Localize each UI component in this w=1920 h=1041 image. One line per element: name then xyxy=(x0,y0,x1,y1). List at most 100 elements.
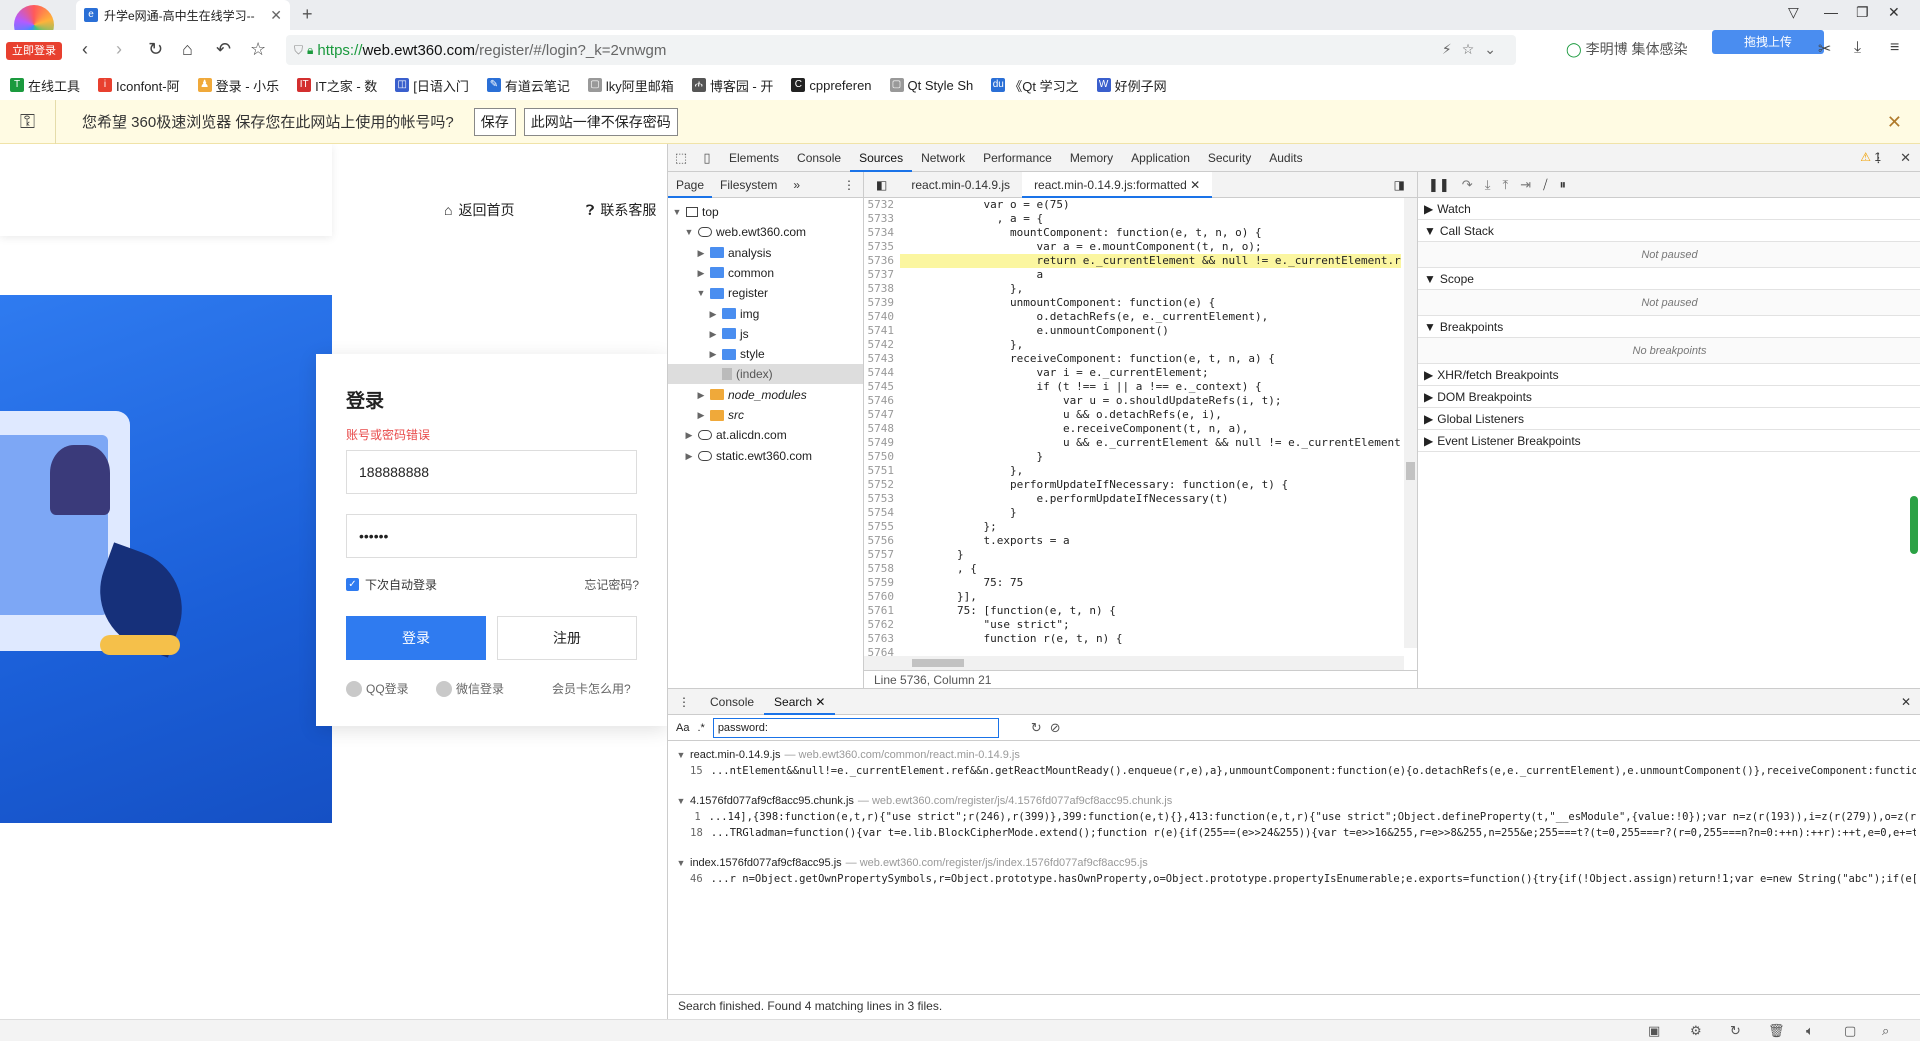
bookmark-item[interactable]: ✎ 有道云笔记 xyxy=(486,76,570,95)
contact-link[interactable]: ❓︎ 联系客服 xyxy=(586,200,656,220)
collapsed-arrow-icon[interactable]: ▶ xyxy=(1424,408,1433,430)
line-number[interactable]: 5761 xyxy=(864,604,900,618)
bookmark-item[interactable]: ሐ 博客园 - 开 xyxy=(691,76,773,95)
password-input[interactable]: •••••• xyxy=(346,514,637,558)
editor-tab-formatted[interactable]: react.min-0.14.9.js:formatted ✕ xyxy=(1022,171,1213,198)
match-case-icon[interactable]: Aa xyxy=(676,722,689,734)
qq-login[interactable]: QQ登录 xyxy=(346,680,409,697)
collapsed-arrow-icon[interactable]: ▶ xyxy=(684,446,694,466)
tree-item[interactable]: ▶ js xyxy=(708,324,749,344)
refresh-icon[interactable]: ↻ xyxy=(1730,1023,1741,1039)
result-line[interactable]: 18 ...TRGladman=function(){var t=e.lib.Bl… xyxy=(676,825,1916,841)
collapsed-arrow-icon[interactable]: ▶ xyxy=(708,304,718,324)
download-icon[interactable]: ⤓ xyxy=(1854,39,1861,57)
editor-horizontal-scrollbar[interactable] xyxy=(864,656,1404,670)
drawer-menu-icon[interactable]: ⋮ xyxy=(668,689,700,715)
more-options-icon[interactable]: ⋮ xyxy=(1872,150,1885,166)
collapsed-arrow-icon[interactable]: ▶ xyxy=(696,243,706,263)
menu-icon[interactable]: ≡ xyxy=(1890,39,1899,57)
line-number[interactable]: 5735 xyxy=(864,240,900,254)
expanded-arrow-icon[interactable]: ▼ xyxy=(1424,268,1436,290)
tab-console[interactable]: Console xyxy=(700,689,764,715)
navigator-menu-icon[interactable]: ⋮ xyxy=(835,172,863,198)
tab-page[interactable]: Page xyxy=(668,172,713,198)
address-bar[interactable]: ⛉ 🔒︎ https://web.ewt360.com/register/#/l… xyxy=(286,35,1516,65)
back-icon[interactable]: ‹ xyxy=(82,39,88,60)
reload-icon[interactable]: ↻ xyxy=(148,39,163,60)
tree-item[interactable]: ▼ web.ewt360.com xyxy=(684,222,807,242)
home-icon[interactable]: ⌂ xyxy=(182,39,193,60)
line-number[interactable]: 5749 xyxy=(864,436,900,450)
line-number[interactable]: 5754 xyxy=(864,506,900,520)
save-password-button[interactable]: 保存 xyxy=(473,107,516,136)
collapsed-arrow-icon[interactable]: ▶ xyxy=(696,405,706,425)
editor-hscroll-thumb[interactable] xyxy=(912,659,964,667)
line-number[interactable]: 5756 xyxy=(864,534,900,548)
close-bar-icon[interactable]: ✕ xyxy=(1887,112,1902,133)
expanded-arrow-icon[interactable]: ▼ xyxy=(696,283,706,303)
pane-xhr-fetch-breakpoints[interactable]: ▶ XHR/fetch Breakpoints xyxy=(1418,364,1920,386)
pause-on-exceptions-icon[interactable]: ⏸ xyxy=(1560,177,1567,193)
trash-icon[interactable]: 🗑︎ xyxy=(1768,1023,1785,1039)
pane-call-stack[interactable]: ▼ Call Stack xyxy=(1418,220,1920,242)
line-number[interactable]: 5733 xyxy=(864,212,900,226)
collapsed-arrow-icon[interactable]: ▶ xyxy=(1424,198,1433,220)
collapsed-arrow-icon[interactable]: ▶ xyxy=(684,425,694,445)
zoom-icon[interactable]: ⌕ xyxy=(1882,1023,1889,1039)
bookmark-item[interactable]: i Iconfont-阿 xyxy=(98,76,180,95)
bookmark-item[interactable]: ▢ lky阿里邮箱 xyxy=(587,76,674,95)
remember-me[interactable]: ✓ 下次自动登录 xyxy=(346,576,437,593)
tree-item[interactable]: ▶ src xyxy=(696,405,744,425)
toggle-debugger-icon[interactable]: ◨ xyxy=(1382,172,1417,198)
line-number[interactable]: 5747 xyxy=(864,408,900,422)
toggle-navigator-icon[interactable]: ◧ xyxy=(864,172,899,198)
tree-item[interactable]: ▼ register xyxy=(696,283,768,303)
close-window-icon[interactable]: ✕ xyxy=(1888,4,1900,21)
forward-icon[interactable]: › xyxy=(116,39,122,60)
editor-tab-minified[interactable]: react.min-0.14.9.js xyxy=(899,172,1022,198)
line-number[interactable]: 5740 xyxy=(864,310,900,324)
username-input[interactable]: 188888888 xyxy=(346,450,637,494)
tree-item[interactable]: ▶ at.alicdn.com xyxy=(684,425,787,445)
login-button[interactable]: 登录 xyxy=(346,616,486,660)
bookmark-item[interactable]: Ccppreferen xyxy=(791,78,872,93)
device-toolbar-icon[interactable]: ▯ xyxy=(694,150,720,166)
search-suggestion[interactable]: ◯ 李明博 集体感染 xyxy=(1566,39,1688,59)
restore-tabs-icon[interactable]: ▽ xyxy=(1788,4,1799,21)
tab-memory[interactable]: Memory xyxy=(1061,144,1122,172)
tree-item[interactable]: ▶ analysis xyxy=(696,243,772,263)
tree-item[interactable]: ▶ style xyxy=(708,344,765,364)
tab-search[interactable]: Search ✕ xyxy=(764,689,836,715)
close-drawer-icon[interactable]: ✕ xyxy=(1891,689,1920,715)
line-number[interactable]: 5734 xyxy=(864,226,900,240)
tab-application[interactable]: Application xyxy=(1122,144,1199,172)
deactivate-breakpoints-icon[interactable]: ⧸ xyxy=(1543,177,1547,193)
tree-item[interactable]: ▶ common xyxy=(696,263,774,283)
close-tab-icon[interactable]: ✕ xyxy=(1190,178,1200,192)
line-number[interactable]: 5745 xyxy=(864,380,900,394)
bookmark-item[interactable]: ♟ 登录 - 小乐 xyxy=(197,76,279,95)
collapsed-arrow-icon[interactable]: ▶ xyxy=(1424,386,1433,408)
result-file[interactable]: ▼ index.1576fd077af9cf8acc95.js — web.ewt3… xyxy=(676,855,1916,871)
home-link[interactable]: ⌂ 返回首页 xyxy=(444,200,514,220)
tab-sources[interactable]: Sources xyxy=(850,144,913,172)
bookmark-item[interactable]: W 好例子网 xyxy=(1096,76,1167,95)
register-button[interactable]: 注册 xyxy=(497,616,637,660)
expanded-arrow-icon[interactable]: ▼ xyxy=(1424,220,1436,242)
maximize-icon[interactable]: ❐ xyxy=(1856,4,1869,21)
collapsed-arrow-icon[interactable]: ▶ xyxy=(708,324,718,344)
pane-dom-breakpoints[interactable]: ▶ DOM Breakpoints xyxy=(1418,386,1920,408)
line-number[interactable]: 5732 xyxy=(864,198,900,212)
result-line[interactable]: 46 ...r n=Object.getOwnPropertySymbols,r=… xyxy=(676,871,1916,887)
wechat-login[interactable]: 微信登录 xyxy=(436,680,504,697)
collapsed-arrow-icon[interactable]: ▶ xyxy=(1424,430,1433,452)
result-file[interactable]: ▼ 4.1576fd077af9cf8acc95.chunk.js — web.ew… xyxy=(676,793,1916,809)
expanded-arrow-icon[interactable]: ▼ xyxy=(684,222,694,242)
line-number[interactable]: 5744 xyxy=(864,366,900,380)
editor-vertical-scrollbar[interactable] xyxy=(1404,198,1417,648)
sound-icon[interactable]: 🔈︎ xyxy=(1806,1023,1814,1039)
tab-console[interactable]: Console xyxy=(788,144,850,172)
pane-event-listener-breakpoints[interactable]: ▶ Event Listener Breakpoints xyxy=(1418,430,1920,452)
expanded-arrow-icon[interactable]: ▼ xyxy=(1424,316,1436,338)
line-number[interactable]: 5762 xyxy=(864,618,900,632)
